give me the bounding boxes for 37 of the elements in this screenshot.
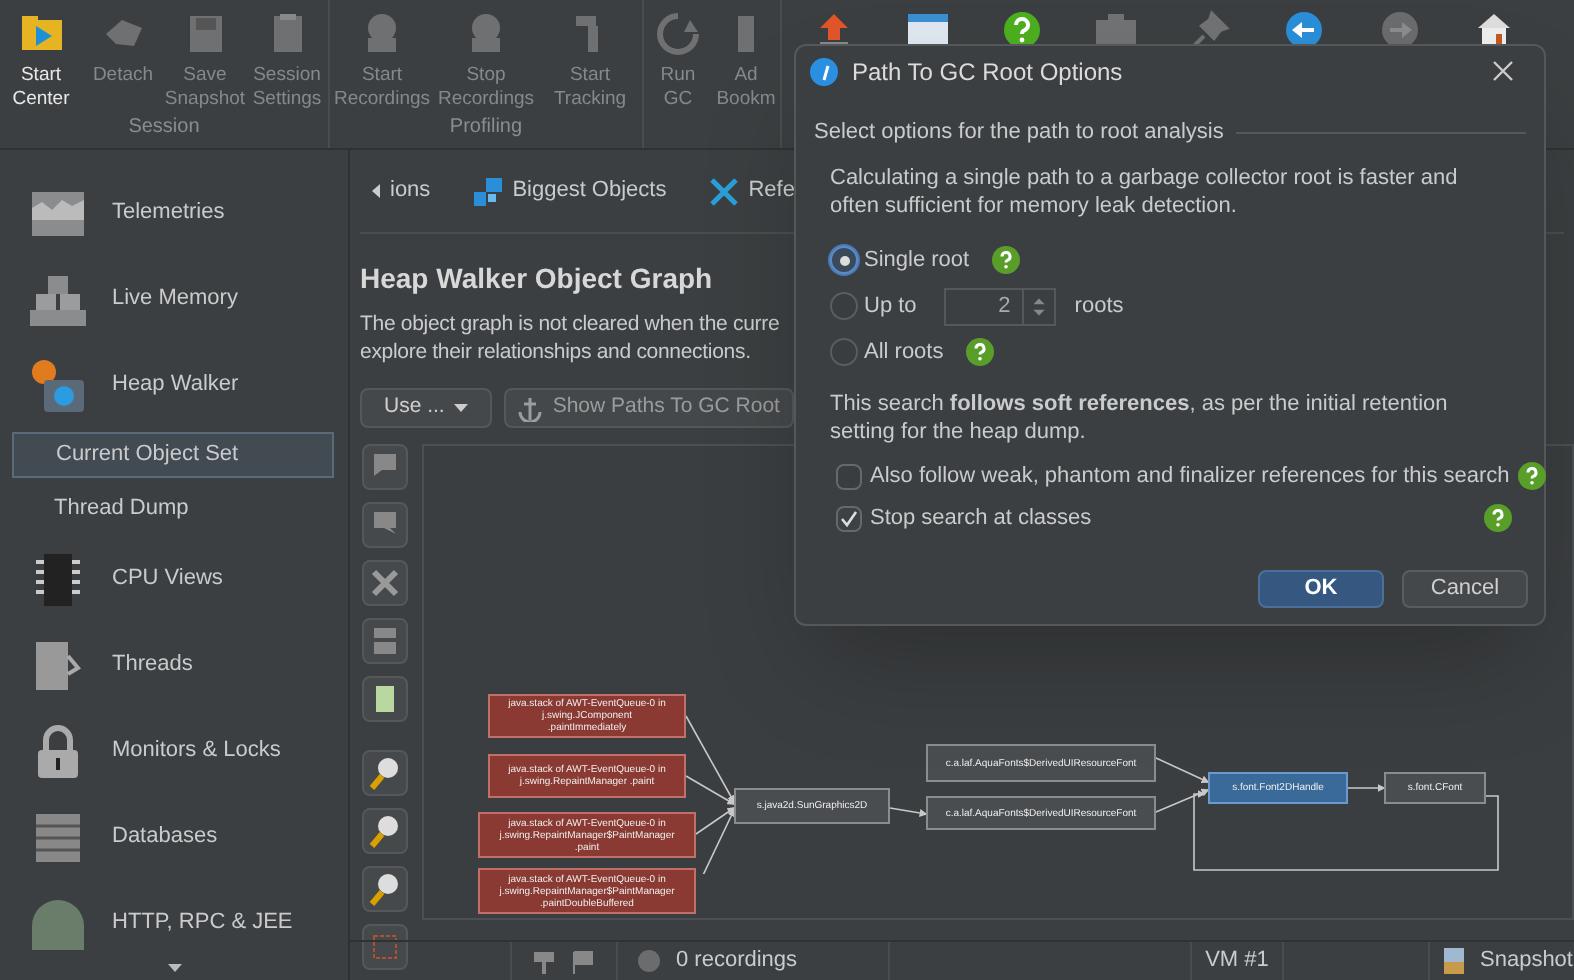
sidebar-item[interactable]: Threads	[12, 622, 334, 708]
sidebar-item[interactable]: CPU Views	[12, 536, 334, 622]
view-tab[interactable]: Biggest Objects	[474, 174, 667, 208]
recordings-status: 0 recordings	[676, 946, 798, 977]
view-tab[interactable]: ions	[372, 174, 431, 208]
snapshot-status: Snapshot	[1480, 946, 1573, 977]
view-tab[interactable]: Refe	[710, 174, 795, 208]
section-label: Select options for the path to root analysis	[814, 118, 1224, 148]
sidebar-subitem[interactable]: Current Object Set	[12, 432, 334, 478]
toolbar-button[interactable]: Start Center	[0, 0, 82, 112]
sidebar-item[interactable]: Heap Walker	[12, 342, 334, 428]
toolbar-group-label: Profiling	[447, 114, 525, 142]
dialog-title: Path To GC Root Options	[852, 55, 1123, 89]
radio-label: All roots	[864, 337, 944, 368]
root-count-spinner[interactable]: 2	[944, 287, 1057, 325]
sidebar-item[interactable]: Live Memory	[12, 256, 334, 342]
spinner-suffix: roots	[1074, 291, 1124, 322]
sidebar-item[interactable]: Telemetries	[12, 170, 334, 256]
sidebar-item[interactable]: Databases	[12, 794, 334, 880]
sidebar-item[interactable]: Monitors & Locks	[12, 708, 334, 794]
vm-status: VM #1	[1205, 946, 1269, 977]
toolbar-group-label: Session	[126, 114, 202, 142]
dialog-button[interactable]: Cancel	[1402, 570, 1528, 608]
show-paths-button[interactable]: Show Paths To GC Root	[504, 388, 794, 428]
page-heading: Heap Walker Object Graph	[360, 260, 713, 298]
checkbox-label: Stop search at classes	[870, 503, 1092, 534]
description-line: explore their relationships and connections.	[360, 338, 751, 366]
retention-note: This search follows soft references, as per the initial retention setting for the heap dump.	[828, 389, 1450, 445]
radio-label: Single root	[864, 245, 970, 276]
use-dropdown-button[interactable]: Use ...	[360, 388, 493, 428]
description-line: The object graph is not cleared when the curre	[360, 310, 780, 338]
sidebar-item[interactable]: HTTP, RPC & JEE	[12, 880, 334, 966]
radio-label: Up to	[864, 291, 917, 322]
dialog-button[interactable]: OK	[1258, 570, 1384, 608]
checkbox-label: Also follow weak, phantom and finalizer references for this search	[870, 461, 1510, 492]
sidebar-subitem[interactable]: Thread Dump	[12, 486, 334, 532]
dialog-description: Calculating a single path to a garbage collector root is faster and often sufficient for memory leak detection.	[828, 163, 1460, 219]
